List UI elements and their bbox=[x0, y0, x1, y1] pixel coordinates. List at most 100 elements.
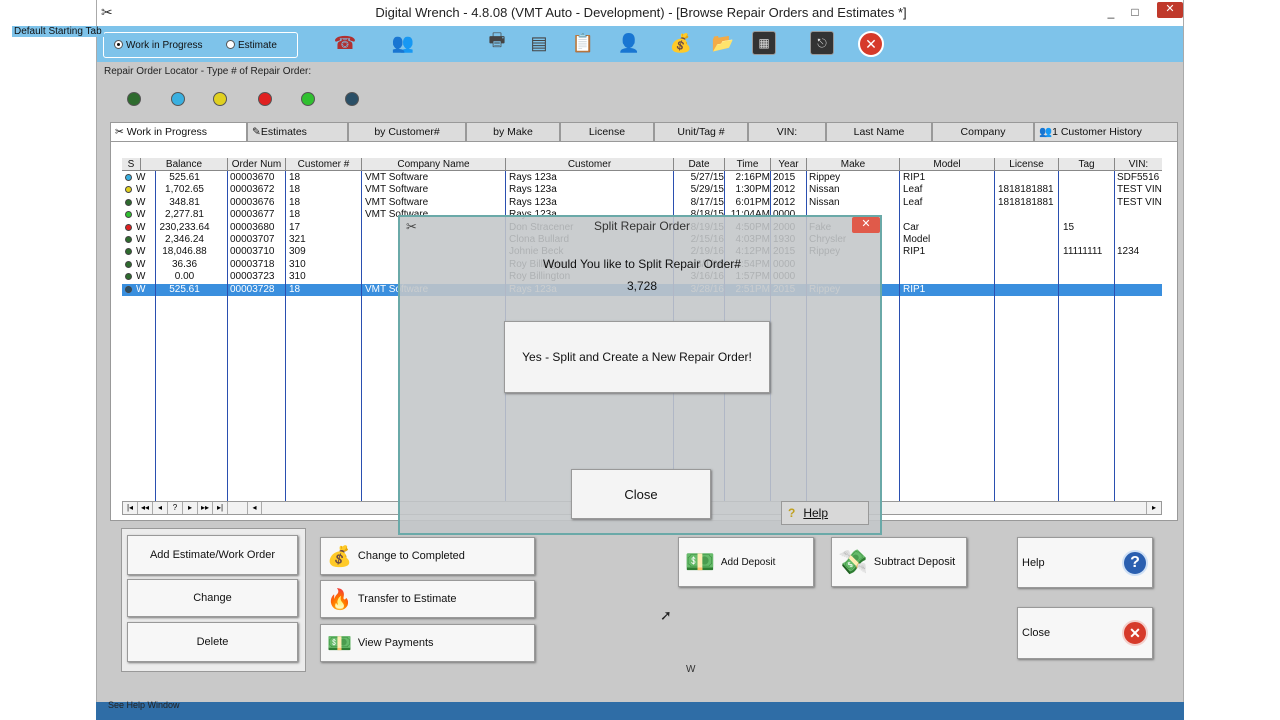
radio-estimate[interactable]: Estimate bbox=[226, 40, 277, 51]
status-cell bbox=[122, 259, 135, 271]
delete-button[interactable]: Delete bbox=[127, 622, 298, 662]
scroll-left-arrow[interactable]: ◂ bbox=[247, 502, 262, 514]
dialog-help-button[interactable]: ? Help bbox=[781, 501, 869, 525]
col-time[interactable]: Time bbox=[725, 158, 771, 171]
add-deposit-button[interactable]: 💵 Add Deposit bbox=[678, 537, 814, 587]
tab-vin[interactable]: VIN: bbox=[748, 122, 826, 141]
status-dot bbox=[125, 174, 132, 181]
phone-icon[interactable]: ☎ bbox=[330, 28, 360, 58]
nav-prev-button[interactable]: ◂ bbox=[153, 502, 168, 514]
tab-company[interactable]: Company bbox=[932, 122, 1034, 141]
split-order-dialog: ✂ Split Repair Order ✕ Would You like to… bbox=[398, 215, 882, 535]
tab-last-name[interactable]: Last Name bbox=[826, 122, 932, 141]
cell-make: Nissan bbox=[809, 184, 840, 196]
status-led-yellow[interactable] bbox=[213, 92, 227, 106]
nav-prev-page-button[interactable]: ◂◂ bbox=[138, 502, 153, 514]
grid-divider bbox=[994, 171, 995, 501]
folder-icon[interactable]: 📂 bbox=[708, 28, 738, 58]
help-button[interactable]: Help? bbox=[1017, 537, 1153, 588]
cell-order: 00003676 bbox=[230, 196, 275, 208]
cell-license bbox=[998, 284, 1058, 296]
col-tag[interactable]: Tag bbox=[1059, 158, 1115, 171]
cell-license: 1818181881 bbox=[998, 196, 1054, 208]
cell-cust: 18 bbox=[289, 172, 301, 183]
radio-work-in-progress[interactable]: Work in Progress bbox=[114, 40, 203, 51]
col-order-num[interactable]: Order Num bbox=[228, 158, 286, 171]
dialog-close-x-button[interactable]: ✕ bbox=[852, 217, 880, 233]
nav-next-button[interactable]: ▸ bbox=[183, 502, 198, 514]
tab-estimates[interactable]: ✎Estimates bbox=[247, 122, 348, 141]
radio-label: Work in Progress bbox=[126, 40, 203, 51]
change-button[interactable]: Change bbox=[127, 579, 298, 617]
minimize-button[interactable]: _ bbox=[1100, 3, 1122, 21]
cell-vin bbox=[1117, 271, 1162, 283]
col-year[interactable]: Year bbox=[771, 158, 807, 171]
printer-icon[interactable]: 🖶 bbox=[482, 28, 512, 58]
status-led-dark-green[interactable] bbox=[127, 92, 141, 106]
cell-date: 5/29/15 bbox=[690, 184, 724, 196]
table-row[interactable]: W 525.61 00003670 18 VMT Software Rays 123a 5/… bbox=[122, 172, 1162, 184]
nav-first-button[interactable]: |◂ bbox=[123, 502, 138, 514]
status-dot bbox=[125, 211, 132, 219]
nav-last-button[interactable]: ▸| bbox=[213, 502, 228, 514]
add-estimate-button[interactable]: Add Estimate/Work Order bbox=[127, 535, 298, 575]
default-tab-legend: Default Starting Tab bbox=[12, 26, 104, 37]
tab-by-customer[interactable]: by Customer# bbox=[348, 122, 466, 141]
people-icon[interactable]: 👥 bbox=[388, 28, 418, 58]
money-icon[interactable]: 💰 bbox=[666, 28, 696, 58]
window-close-button[interactable]: ✕ bbox=[1157, 2, 1183, 18]
transfer-to-estimate-button[interactable]: 🔥 Transfer to Estimate bbox=[320, 580, 535, 618]
status-led-navy[interactable] bbox=[345, 92, 359, 106]
tab-unit-tag[interactable]: Unit/Tag # bbox=[654, 122, 748, 141]
tab-customer-history[interactable]: 👥1 Customer History bbox=[1034, 122, 1178, 141]
close-button[interactable]: Close ✕ bbox=[1017, 607, 1153, 659]
maximize-button[interactable]: □ bbox=[1124, 3, 1146, 21]
dialog-close-button[interactable]: Close bbox=[571, 469, 711, 519]
status-led-green[interactable] bbox=[301, 92, 315, 106]
view-payments-button[interactable]: 💵 View Payments bbox=[320, 624, 535, 662]
status-led-blue[interactable] bbox=[171, 92, 185, 106]
col-company[interactable]: Company Name bbox=[362, 158, 506, 171]
grid-header: S Balance Order Num Customer # Company N… bbox=[122, 158, 1162, 171]
document-icon[interactable]: 📋 bbox=[568, 28, 598, 58]
cell-order: 00003710 bbox=[230, 246, 275, 258]
col-customer-num[interactable]: Customer # bbox=[286, 158, 362, 171]
stop-icon[interactable]: ✕ bbox=[858, 31, 884, 57]
tab-work-in-progress[interactable]: ✂ Work in Progress bbox=[110, 122, 247, 142]
nav-next-page-button[interactable]: ▸▸ bbox=[198, 502, 213, 514]
close-icon: ✕ bbox=[1122, 620, 1148, 646]
cell-vin: 1234 bbox=[1117, 246, 1140, 258]
cell-tag bbox=[1063, 259, 1115, 271]
status-led-red[interactable] bbox=[258, 92, 272, 106]
col-license[interactable]: License bbox=[995, 158, 1059, 171]
col-balance[interactable]: Balance bbox=[141, 158, 228, 171]
technician-icon[interactable]: 👤 bbox=[614, 28, 644, 58]
report-icon[interactable]: ▤ bbox=[524, 28, 554, 58]
tab-license[interactable]: License bbox=[560, 122, 654, 141]
col-make[interactable]: Make bbox=[807, 158, 900, 171]
status-cell bbox=[122, 234, 135, 246]
table-row[interactable]: W 348.81 00003676 18 VMT Software Rays 123a 8/… bbox=[122, 197, 1162, 209]
tab-by-make[interactable]: by Make bbox=[466, 122, 560, 141]
split-yes-button[interactable]: Yes - Split and Create a New Repair Orde… bbox=[504, 321, 770, 393]
col-model[interactable]: Model bbox=[900, 158, 995, 171]
monitor-icon[interactable]: ▦ bbox=[752, 31, 776, 55]
logout-icon[interactable]: ⎋ bbox=[810, 31, 834, 55]
nav-help-button[interactable]: ? bbox=[168, 502, 183, 514]
browse-tabs: ✂ Work in Progress ✎Estimates by Custome… bbox=[110, 122, 1178, 142]
col-customer[interactable]: Customer bbox=[506, 158, 674, 171]
cell-vin bbox=[1117, 209, 1162, 221]
dialog-title: Split Repair Order bbox=[593, 219, 691, 233]
people-icon: 👥 bbox=[1039, 126, 1053, 138]
subtract-deposit-button[interactable]: 💸 Subtract Deposit bbox=[831, 537, 967, 587]
cell-model: Leaf bbox=[903, 196, 923, 208]
col-s[interactable]: S bbox=[122, 158, 141, 171]
scroll-right-arrow[interactable]: ▸ bbox=[1146, 502, 1161, 514]
change-to-completed-button[interactable]: 💰 Change to Completed bbox=[320, 537, 535, 575]
status-dot bbox=[125, 198, 132, 206]
status-dot bbox=[125, 248, 132, 256]
table-row[interactable]: W 1,702.65 00003672 18 VMT Software Rays 123a… bbox=[122, 184, 1162, 196]
col-vin[interactable]: VIN: bbox=[1115, 158, 1162, 171]
col-date[interactable]: Date bbox=[674, 158, 725, 171]
cell-license bbox=[998, 246, 1058, 258]
